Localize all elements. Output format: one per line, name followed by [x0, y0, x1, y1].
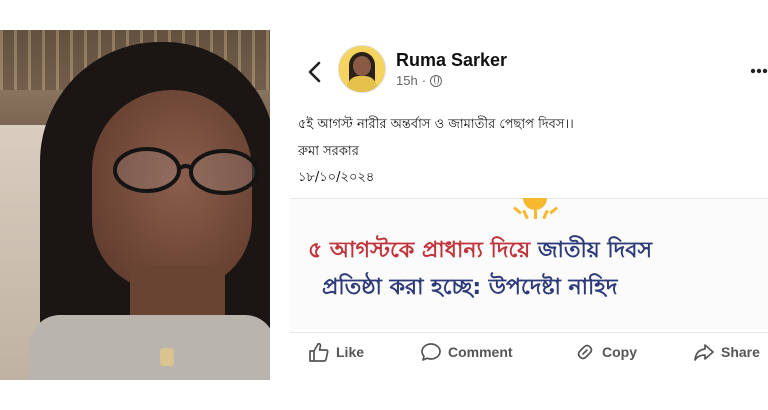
post-text-line-1: ৫ই আগস্ট নারীর অন্তর্বাস ও জামাতীর পেছাপ…	[298, 117, 574, 132]
copy-button[interactable]: Copy	[574, 342, 637, 362]
share-arrow-icon	[694, 344, 714, 361]
comment-button[interactable]: Comment	[420, 342, 513, 362]
embed-headline-red: ৫ আগস্টকে প্রাধান্য দিয়ে	[308, 238, 531, 263]
photo-shirt	[30, 315, 270, 380]
copy-label: Copy	[602, 344, 637, 360]
post-text-line-2: রুমা সরকার	[298, 144, 359, 159]
author-name[interactable]: Ruma Sarker	[396, 50, 507, 71]
post-meta: 15h ·	[396, 73, 443, 88]
portrait-photo	[0, 30, 270, 380]
embed-headline-line-2: প্রতিষ্ঠা করা হচ্ছে: উপদেষ্টা নাহিদ	[322, 275, 618, 300]
avatar[interactable]	[338, 45, 386, 93]
glasses-icon	[113, 147, 259, 195]
pendant	[160, 348, 174, 366]
post-text-line-3: ১৮/১০/২০২৪	[298, 170, 375, 185]
sun-icon	[510, 198, 560, 222]
embed-headline-line-1: ৫ আগস্টকে প্রাধান্য দিয়ে জাতীয় দিবস	[308, 233, 652, 270]
comment-bubble-icon	[421, 343, 441, 361]
share-label: Share	[721, 344, 760, 360]
like-label: Like	[336, 344, 365, 360]
globe-icon	[430, 74, 443, 87]
like-button[interactable]: Like	[308, 342, 364, 362]
back-arrow-icon[interactable]	[305, 60, 325, 84]
post-time[interactable]: 15h	[396, 73, 418, 88]
avatar-face	[353, 56, 371, 76]
embed-headline-blue: জাতীয় দিবস	[530, 238, 652, 263]
meta-separator: ·	[421, 73, 427, 88]
share-button[interactable]: Share	[693, 342, 760, 362]
avatar-body	[347, 76, 377, 92]
thumbs-up-icon	[309, 342, 329, 362]
more-options-icon[interactable]	[750, 62, 768, 74]
comment-label: Comment	[448, 344, 513, 360]
actions-divider	[290, 332, 768, 333]
link-icon	[577, 344, 593, 360]
